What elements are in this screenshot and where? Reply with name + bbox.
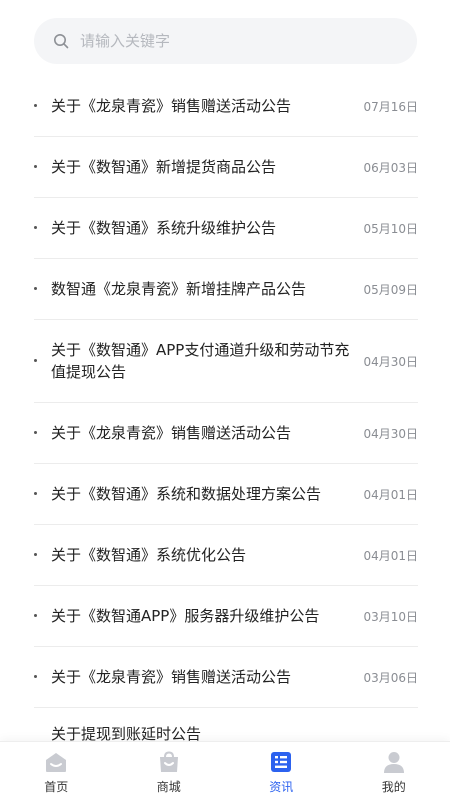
news-page: 关于《龙泉青瓷》销售赠送活动公告 07月16日 关于《数智通》新增提货商品公告 … bbox=[0, 0, 450, 800]
news-list: 关于《龙泉青瓷》销售赠送活动公告 07月16日 关于《数智通》新增提货商品公告 … bbox=[34, 76, 418, 748]
bullet-dot bbox=[34, 165, 37, 168]
news-item[interactable]: 关于《数智通》系统和数据处理方案公告 04月01日 bbox=[34, 464, 418, 525]
tab-label: 首页 bbox=[44, 780, 69, 794]
bullet-dot bbox=[34, 553, 37, 556]
news-date: 04月01日 bbox=[363, 548, 418, 563]
news-item[interactable]: 关于《龙泉青瓷》销售赠送活动公告 03月06日 bbox=[34, 647, 418, 708]
tab-label: 我的 bbox=[381, 780, 406, 794]
news-item[interactable]: 关于《数智通》新增提货商品公告 06月03日 bbox=[34, 137, 418, 198]
search-bar[interactable] bbox=[34, 18, 417, 64]
news-title: 关于《龙泉青瓷》销售赠送活动公告 bbox=[51, 668, 292, 686]
bullet-dot bbox=[34, 492, 37, 495]
bullet-dot bbox=[34, 431, 37, 434]
bullet-dot bbox=[34, 226, 37, 229]
bottom-tab-bar: 首页 商城 资讯 我的 bbox=[0, 741, 450, 800]
bullet-dot bbox=[34, 287, 37, 290]
news-title: 关于《数智通》新增提货商品公告 bbox=[51, 158, 277, 176]
tab-news[interactable]: 资讯 bbox=[225, 742, 338, 800]
news-date: 05月09日 bbox=[363, 282, 418, 297]
bullet-dot bbox=[34, 104, 37, 107]
home-icon bbox=[43, 749, 69, 775]
news-item[interactable]: 关于《龙泉青瓷》销售赠送活动公告 04月30日 bbox=[34, 403, 418, 464]
news-icon bbox=[268, 749, 294, 775]
news-title: 关于《数智通》APP支付通道升级和劳动节充值提现公告 bbox=[51, 341, 350, 381]
search-input[interactable] bbox=[80, 32, 380, 50]
tab-mine[interactable]: 我的 bbox=[338, 742, 450, 800]
news-title: 关于《龙泉青瓷》销售赠送活动公告 bbox=[51, 97, 292, 115]
news-title: 关于《数智通》系统和数据处理方案公告 bbox=[51, 485, 322, 503]
news-title: 关于《数智通APP》服务器升级维护公告 bbox=[51, 607, 320, 625]
news-item[interactable]: 关于《数智通》APP支付通道升级和劳动节充值提现公告 04月30日 bbox=[34, 320, 418, 403]
news-title: 关于《龙泉青瓷》销售赠送活动公告 bbox=[51, 424, 292, 442]
news-date: 04月30日 bbox=[363, 426, 418, 441]
news-date: 05月10日 bbox=[363, 221, 418, 236]
news-date: 07月16日 bbox=[363, 99, 418, 114]
news-date: 03月10日 bbox=[363, 609, 418, 624]
news-date: 06月03日 bbox=[363, 160, 418, 175]
news-item[interactable]: 关于《数智通APP》服务器升级维护公告 03月10日 bbox=[34, 586, 418, 647]
tab-label: 资讯 bbox=[269, 780, 294, 794]
news-item[interactable]: 关于《数智通》系统优化公告 04月01日 bbox=[34, 525, 418, 586]
search-icon bbox=[52, 32, 70, 50]
news-item[interactable]: 数智通《龙泉青瓷》新增挂牌产品公告 05月09日 bbox=[34, 259, 418, 320]
news-date: 04月01日 bbox=[363, 487, 418, 502]
bullet-dot bbox=[34, 614, 37, 617]
tab-mall[interactable]: 商城 bbox=[113, 742, 226, 800]
bullet-dot bbox=[34, 675, 37, 678]
bullet-dot bbox=[34, 359, 37, 362]
news-date: 03月06日 bbox=[363, 670, 418, 685]
news-date: 04月30日 bbox=[363, 354, 418, 369]
shopping-bag-icon bbox=[156, 749, 182, 775]
news-item[interactable]: 关于《龙泉青瓷》销售赠送活动公告 07月16日 bbox=[34, 76, 418, 137]
tab-label: 商城 bbox=[156, 780, 181, 794]
tab-home[interactable]: 首页 bbox=[0, 742, 113, 800]
news-title: 关于《数智通》系统升级维护公告 bbox=[51, 219, 277, 237]
news-title: 数智通《龙泉青瓷》新增挂牌产品公告 bbox=[51, 280, 307, 298]
news-title: 关于《数智通》系统优化公告 bbox=[51, 546, 247, 564]
user-icon bbox=[381, 749, 407, 775]
news-item[interactable]: 关于《数智通》系统升级维护公告 05月10日 bbox=[34, 198, 418, 259]
